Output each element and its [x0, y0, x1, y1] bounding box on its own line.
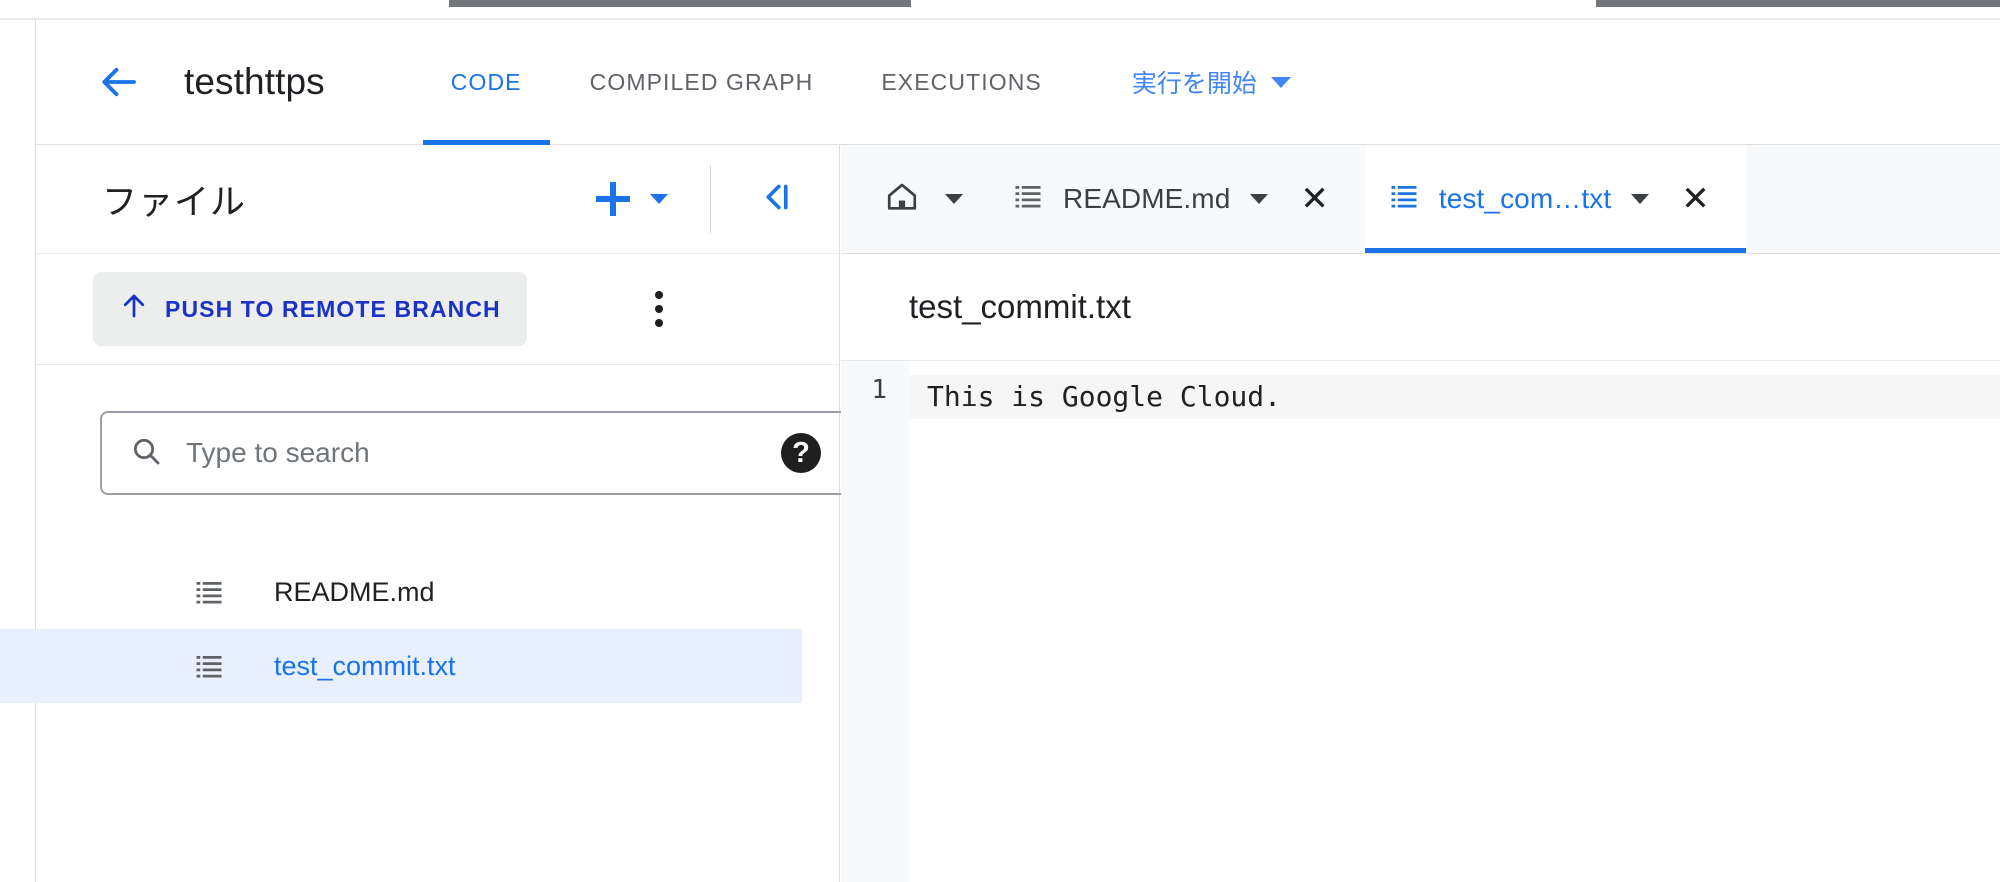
tab-code[interactable]: CODE — [417, 20, 556, 145]
tab-executions-label: EXECUTIONS — [881, 68, 1042, 95]
tab-executions[interactable]: EXECUTIONS — [847, 20, 1076, 145]
code-file-icon — [194, 651, 224, 681]
home-icon — [885, 180, 919, 219]
back-button[interactable] — [92, 54, 148, 110]
editor-tabbar: README.md ✕ test_com…txt ✕ — [841, 145, 2000, 254]
home-tab[interactable] — [841, 145, 989, 253]
line-number: 1 — [871, 375, 887, 405]
tab-compiled-graph[interactable]: COMPILED GRAPH — [556, 20, 848, 145]
code-file-icon — [1389, 181, 1419, 218]
sidebar-header-divider — [710, 165, 711, 233]
search-icon — [130, 435, 162, 472]
editor-tab-label: README.md — [1063, 183, 1231, 214]
code-file-icon — [1013, 181, 1043, 218]
code-line[interactable]: This is Google Cloud. — [909, 375, 2000, 419]
arrow-back-icon — [99, 61, 141, 103]
file-title: test_commit.txt — [909, 288, 1131, 325]
list-item[interactable]: test_commit.txt — [0, 629, 802, 703]
header-tabs: CODE COMPILED GRAPH EXECUTIONS — [417, 20, 1076, 145]
chevron-down-icon[interactable] — [945, 194, 963, 204]
files-sidebar: ファイル PUSH TO REMOTE BRANCH Type to searc… — [0, 145, 849, 882]
editor-pane: README.md ✕ test_com…txt ✕ test_commit.t… — [841, 145, 2000, 882]
code-editor[interactable]: 1 This is Google Cloud. — [841, 361, 2000, 882]
code-content[interactable]: This is Google Cloud. — [909, 361, 2000, 882]
search-wrapper: ? — [36, 365, 849, 495]
close-icon[interactable]: ✕ — [1288, 182, 1341, 216]
arrow-up-icon — [119, 291, 149, 327]
chevron-down-icon[interactable] — [1250, 194, 1269, 204]
close-icon[interactable]: ✕ — [1669, 182, 1722, 216]
list-item-label: README.md — [274, 576, 435, 607]
tab-compiled-graph-label: COMPILED GRAPH — [589, 68, 814, 95]
push-row: PUSH TO REMOTE BRANCH — [36, 254, 839, 365]
chevron-down-icon[interactable] — [1631, 194, 1650, 204]
sidebar-header-actions — [588, 165, 839, 233]
list-item-label: test_commit.txt — [274, 650, 456, 681]
collapse-panel-icon — [756, 176, 798, 223]
page-title: testhttps — [184, 61, 325, 102]
editor-tab-test-commit[interactable]: test_com…txt ✕ — [1364, 145, 1746, 253]
start-execution-label: 実行を開始 — [1131, 70, 1257, 98]
chevron-down-icon — [650, 194, 668, 204]
line-number-gutter: 1 — [841, 361, 909, 882]
kebab-menu-icon[interactable] — [631, 281, 687, 337]
add-file-button[interactable] — [588, 182, 676, 216]
top-chrome-strip-right — [1596, 0, 2000, 7]
plus-icon — [596, 182, 630, 216]
file-title-bar: test_commit.txt — [841, 254, 2000, 361]
push-to-remote-branch-button[interactable]: PUSH TO REMOTE BRANCH — [93, 272, 527, 346]
sidebar-header: ファイル — [36, 145, 839, 254]
code-file-icon — [194, 577, 224, 607]
chevron-down-icon — [1270, 76, 1291, 88]
editor-tab-readme[interactable]: README.md ✕ — [989, 145, 1365, 253]
search-box[interactable]: ? — [100, 411, 849, 495]
editor-tab-label: test_com…txt — [1438, 183, 1612, 214]
left-rail — [0, 20, 36, 882]
tab-code-label: CODE — [450, 68, 522, 95]
help-filled-icon[interactable]: ? — [781, 433, 821, 473]
top-chrome-strip-left — [449, 0, 911, 7]
app-header: testhttps CODE COMPILED GRAPH EXECUTIONS… — [36, 20, 2000, 145]
search-input[interactable] — [184, 436, 781, 470]
list-item[interactable]: README.md — [36, 555, 839, 629]
start-execution-button[interactable]: 実行を開始 — [1116, 64, 1307, 100]
sidebar-title: ファイル — [102, 182, 247, 222]
app-shell: testhttps CODE COMPILED GRAPH EXECUTIONS… — [0, 20, 2000, 882]
collapse-panel-button[interactable] — [745, 167, 809, 231]
file-list: README.md test_commit.txt — [0, 555, 839, 703]
push-button-label: PUSH TO REMOTE BRANCH — [165, 295, 501, 322]
